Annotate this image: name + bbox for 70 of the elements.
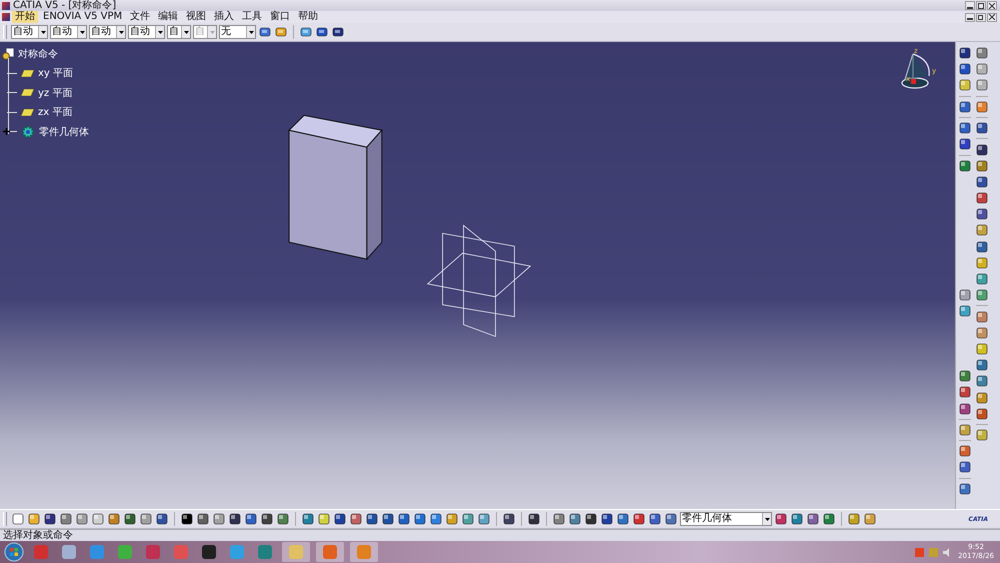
close-button[interactable]: [987, 1, 997, 10]
square-icon[interactable]: [461, 512, 475, 526]
app-icon: [89, 544, 105, 560]
style-dropdown[interactable]: 无: [219, 25, 256, 39]
menu-item[interactable]: 编辑: [155, 11, 182, 23]
app-icon: [201, 544, 217, 560]
reference-planes-drawing[interactable]: [426, 224, 532, 338]
menu-item[interactable]: 帮助: [295, 11, 322, 23]
caret-icon: [80, 30, 84, 34]
app-icon: [229, 544, 245, 560]
style-dropdown[interactable]: 自动: [128, 25, 165, 39]
square-icon[interactable]: [477, 512, 491, 526]
close-button[interactable]: [987, 12, 997, 22]
tree-item-label[interactable]: zx 平面: [38, 105, 72, 120]
square-icon[interactable]: [958, 288, 972, 302]
app-icon: [257, 544, 273, 560]
maximize-icon: [978, 2, 984, 8]
window-title: CATIA V5 - [对称命令]: [13, 0, 116, 11]
style-dropdown[interactable]: 自动: [89, 25, 126, 39]
menu-item[interactable]: 文件: [127, 11, 154, 23]
app-icon: [33, 544, 49, 560]
caret-icon: [158, 30, 162, 34]
gear-document-icon: [2, 48, 14, 60]
menu-item[interactable]: 开始: [12, 11, 38, 23]
restore-button[interactable]: [976, 12, 986, 22]
status-text: 选择对象或命令: [3, 530, 73, 541]
minimize-button[interactable]: [965, 12, 975, 22]
app-icon: [61, 544, 77, 560]
style-dropdown[interactable]: 自动: [50, 25, 87, 39]
start-button[interactable]: [4, 542, 24, 562]
square-icon[interactable]: [413, 512, 427, 526]
expand-toggle[interactable]: [3, 128, 10, 136]
tree-item-label[interactable]: yz 平面: [38, 86, 72, 100]
maximize-button[interactable]: [976, 1, 986, 10]
tree-root-label[interactable]: 对称命令: [18, 46, 58, 61]
square-icon[interactable]: [975, 78, 989, 92]
style-dropdown[interactable]: 自: [167, 25, 191, 39]
menu-item[interactable]: 插入: [211, 11, 238, 23]
square-icon[interactable]: [527, 512, 541, 526]
caret-icon: [210, 30, 214, 34]
square-icon[interactable]: [975, 207, 989, 222]
menu-item[interactable]: 工具: [239, 11, 266, 23]
app-icon: [322, 544, 338, 560]
tree-item-label[interactable]: 零件几何体: [39, 124, 89, 139]
restore-icon: [978, 14, 984, 20]
square-icon[interactable]: [958, 304, 972, 318]
app-icon: [288, 544, 304, 560]
menu-item[interactable]: 窗口: [267, 11, 294, 23]
menu-item[interactable]: 视图: [183, 11, 210, 23]
caret-icon: [118, 30, 124, 34]
app-icon: [356, 544, 372, 560]
square-icon[interactable]: [317, 512, 331, 526]
menu-item[interactable]: ENOVIA V5 VPM: [40, 11, 126, 23]
square-icon[interactable]: [975, 121, 989, 136]
caret-icon: [184, 30, 188, 34]
caret-icon: [248, 30, 254, 34]
gear-icon: [21, 124, 35, 139]
close-icon: [989, 14, 995, 20]
body-dropdown[interactable]: 零件几何体: [680, 512, 772, 526]
app-icon: [117, 544, 133, 560]
square-icon[interactable]: [975, 62, 989, 76]
minimize-button[interactable]: [965, 1, 975, 10]
close-icon: [989, 2, 995, 8]
app-icon: [173, 544, 189, 560]
caret-icon: [40, 30, 46, 34]
style-dropdown[interactable]: 自动: [11, 25, 48, 39]
caret-icon: [764, 518, 770, 520]
tree-item-label[interactable]: xy 平面: [38, 66, 74, 80]
box-solid[interactable]: [288, 114, 383, 260]
app-icon: [145, 544, 161, 560]
